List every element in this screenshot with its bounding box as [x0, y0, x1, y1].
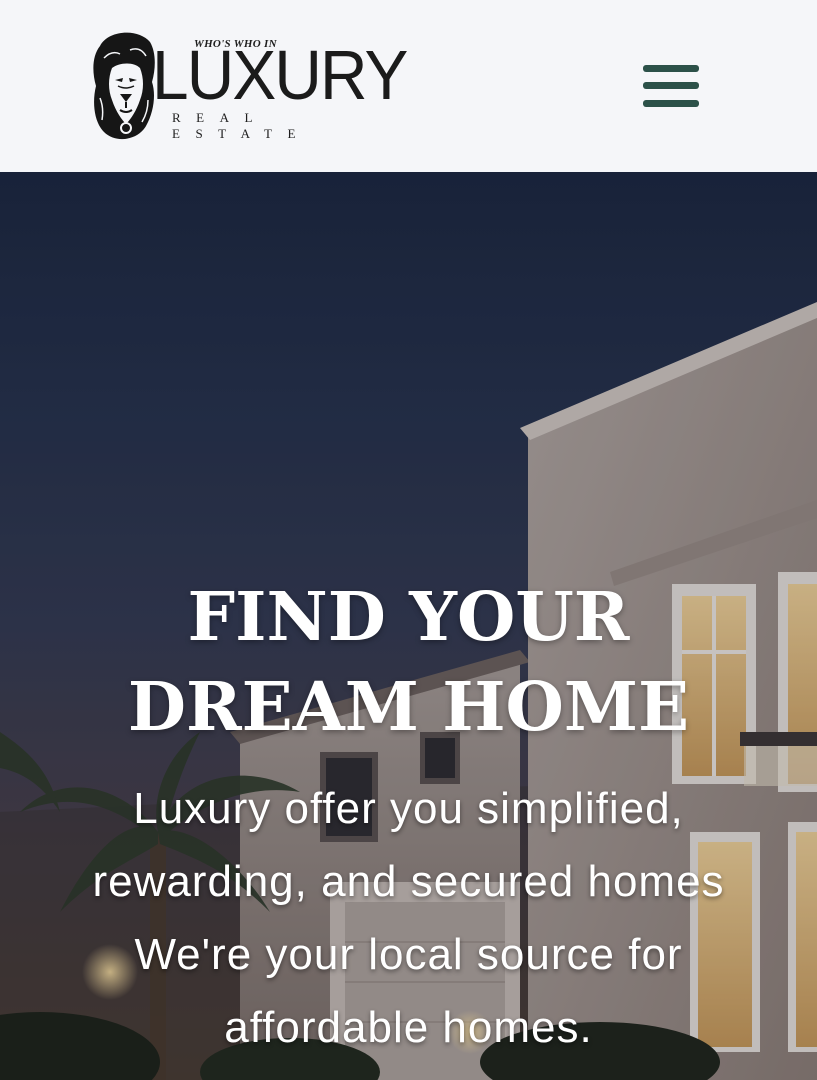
site-header: WHO'S WHO IN LUXURY REAL ESTATE	[0, 0, 817, 172]
hero-section: FIND YOUR DREAM HOME Luxury offer you si…	[0, 172, 817, 1080]
hero-text-line: affordable homes.	[224, 1003, 593, 1052]
menu-bar	[643, 82, 699, 89]
menu-bar	[643, 65, 699, 72]
hero-title-line: FIND YOUR	[187, 577, 630, 656]
hero-text-line: Luxury offer you simplified,	[133, 784, 684, 833]
hero-description: Luxury offer you simplified, rewarding, …	[0, 772, 817, 1064]
brand-logo[interactable]: WHO'S WHO IN LUXURY REAL ESTATE	[90, 28, 420, 146]
hero-title: FIND YOUR DREAM HOME	[0, 572, 817, 752]
hero-text-line: rewarding, and secured homes	[92, 857, 725, 906]
hero-text-line: We're your local source for	[134, 930, 683, 979]
hamburger-menu-icon[interactable]	[642, 62, 700, 118]
logo-wordmark: LUXURY	[152, 36, 408, 114]
menu-bar	[643, 100, 699, 107]
logo-tagline: REAL ESTATE	[172, 110, 311, 141]
hero-title-line: DREAM HOME	[127, 667, 690, 746]
lion-head-icon	[93, 32, 155, 140]
